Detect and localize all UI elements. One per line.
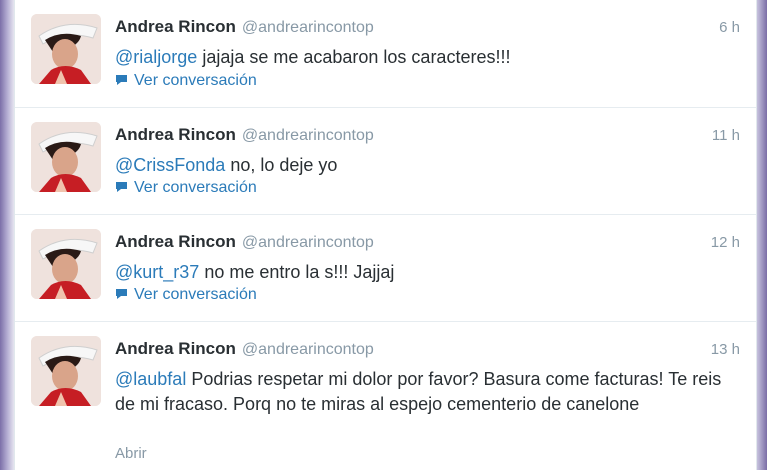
speech-bubble-icon [116, 182, 127, 192]
view-conversation-label: Ver conversación [134, 179, 257, 196]
view-conversation-link[interactable]: Ver conversación [115, 179, 257, 197]
speech-bubble-icon [116, 289, 127, 299]
open-tweet-link[interactable]: Abrir [115, 445, 147, 462]
mention-link[interactable]: @kurt_r37 [115, 262, 199, 282]
tweet-body: no, lo deje yo [225, 155, 338, 175]
tweet-timestamp[interactable]: 11 h [712, 127, 740, 144]
avatar[interactable] [31, 122, 101, 192]
mention-link[interactable]: @CrissFonda [115, 155, 225, 175]
author-handle[interactable]: @andrearincontop [242, 127, 374, 144]
view-conversation-label: Ver conversación [134, 72, 257, 89]
author-name[interactable]: Andrea Rincon [115, 232, 236, 251]
tweet-body: no me entro la s!!! Jajjaj [199, 262, 395, 282]
author-handle[interactable]: @andrearincontop [242, 341, 374, 358]
mention-link[interactable]: @laubfal [115, 369, 186, 389]
tweet[interactable]: Andrea Rincon @andrearincontop 6 h @rialj… [15, 0, 756, 108]
tweet[interactable]: Andrea Rincon @andrearincontop 12 h @kurt… [15, 215, 756, 322]
tweet-feed: Andrea Rincon @andrearincontop 6 h @rialj… [14, 0, 757, 470]
view-conversation-label: Ver conversación [134, 286, 257, 303]
tweet-timestamp[interactable]: 13 h [711, 341, 740, 358]
author-name[interactable]: Andrea Rincon [115, 339, 236, 358]
author-handle[interactable]: @andrearincontop [242, 19, 374, 36]
author-name[interactable]: Andrea Rincon [115, 17, 236, 36]
tweet-body: Podrias respetar mi dolor por favor? Bas… [115, 369, 722, 414]
tweet-text: @rialjorge jajaja se me acabaron los car… [115, 45, 745, 70]
view-conversation-link[interactable]: Ver conversación [115, 286, 257, 304]
tweet-body: jajaja se me acabaron los caracteres!!! [197, 47, 511, 67]
tweet[interactable]: Andrea Rincon @andrearincontop 13 h @laub… [15, 322, 756, 470]
mention-link[interactable]: @rialjorge [115, 47, 197, 67]
tweet[interactable]: Andrea Rincon @andrearincontop 11 h @Cris… [15, 108, 756, 215]
author-handle[interactable]: @andrearincontop [242, 234, 374, 251]
tweet-timestamp[interactable]: 12 h [711, 234, 740, 251]
tweet-text: @CrissFonda no, lo deje yo [115, 153, 745, 178]
speech-bubble-icon [116, 75, 127, 85]
tweet-text: @kurt_r37 no me entro la s!!! Jajjaj [115, 260, 745, 285]
view-conversation-link[interactable]: Ver conversación [115, 72, 257, 90]
tweet-text: @laubfal Podrias respetar mi dolor por f… [115, 367, 745, 417]
tweet-timestamp[interactable]: 6 h [719, 19, 740, 36]
avatar[interactable] [31, 14, 101, 84]
avatar[interactable] [31, 336, 101, 406]
avatar[interactable] [31, 229, 101, 299]
author-name[interactable]: Andrea Rincon [115, 125, 236, 144]
